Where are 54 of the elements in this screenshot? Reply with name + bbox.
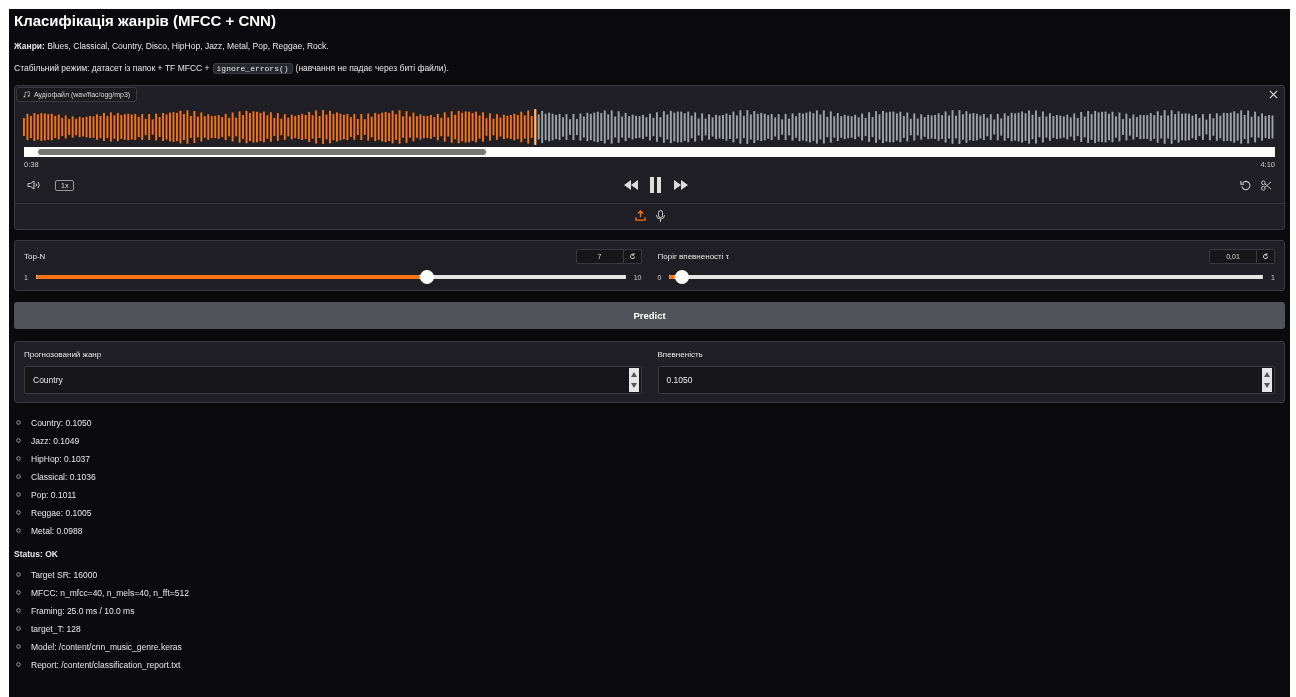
bullet-icon <box>16 608 21 613</box>
microphone-icon[interactable] <box>653 210 667 222</box>
output-label: Впевненість <box>657 350 704 359</box>
slider-thumb[interactable] <box>675 270 690 284</box>
spinner-arrows-icon[interactable] <box>628 368 639 392</box>
bullet-icon <box>16 456 21 461</box>
bullet-icon <box>16 528 21 533</box>
status-item: Framing: 25.0 ms / 10.0 ms <box>31 605 135 616</box>
upload-icon[interactable] <box>632 210 648 222</box>
bullet-icon <box>16 572 21 577</box>
bullet-icon <box>16 644 21 649</box>
output-field[interactable]: Country <box>24 366 642 394</box>
output-label: Прогнозований жанр <box>24 350 103 359</box>
reset-icon <box>628 253 636 260</box>
undo-icon[interactable] <box>1238 179 1253 191</box>
status-item: Model: /content/cnn_music_genre.keras <box>31 641 182 652</box>
scissors-icon[interactable] <box>1259 179 1274 191</box>
slider-label: Top-N <box>24 252 46 261</box>
status-heading: Status: OK <box>14 549 59 559</box>
rewind-icon[interactable] <box>622 180 641 190</box>
score-item: HipHop: 0.1037 <box>31 453 91 464</box>
bullet-icon <box>16 420 21 425</box>
mode-description: Стабільний режим: датасет із папок + TF MFCC + ignore_errors() (навчання не падає через биті файли). <box>14 63 450 73</box>
bullet-icon <box>16 510 21 515</box>
score-item: Classical: 0.1036 <box>31 471 96 482</box>
score-item: Jazz: 0.1049 <box>31 435 80 446</box>
output-field[interactable]: 0.1050 <box>657 366 1275 394</box>
volume-icon[interactable] <box>25 180 43 190</box>
score-item: Country: 0.1050 <box>31 417 92 428</box>
genres-text: Жанри: Blues, Classical, Country, Disco, HipHop, Jazz, Metal, Pop, Reggae, Rock. <box>14 41 330 51</box>
score-item: Reggae: 0.1005 <box>31 507 92 518</box>
bullet-icon <box>16 438 21 443</box>
bullet-icon <box>16 474 21 479</box>
status-item: Report: /content/classification_report.txt <box>31 659 181 670</box>
reset-button[interactable] <box>1257 249 1275 264</box>
bullet-icon <box>16 492 21 497</box>
slider-label: Поріг впевненості τ <box>657 252 729 261</box>
bullet-icon <box>16 590 21 595</box>
score-item: Pop: 0.1011 <box>31 489 77 500</box>
status-item: Target SR: 16000 <box>31 569 98 580</box>
status-item: MFCC: n_mfcc=40, n_mels=40, n_fft=512 <box>31 587 189 598</box>
close-button[interactable] <box>1267 90 1280 99</box>
slider-thumb[interactable] <box>419 270 434 284</box>
music-note-icon <box>23 91 30 98</box>
score-item: Metal: 0.0988 <box>31 525 83 536</box>
bullet-icon <box>16 662 21 667</box>
status-item: target_T: 128 <box>31 623 81 634</box>
bullet-icon <box>16 626 21 631</box>
scrollbar[interactable] <box>24 147 1275 157</box>
page-title: Класифікація жанрів (MFCC + CNN) <box>14 11 277 29</box>
waveform[interactable] <box>23 109 1275 145</box>
spinner-arrows-icon[interactable] <box>1262 368 1272 392</box>
reset-icon <box>1262 253 1269 260</box>
predict-button[interactable]: Predict <box>14 302 1285 329</box>
